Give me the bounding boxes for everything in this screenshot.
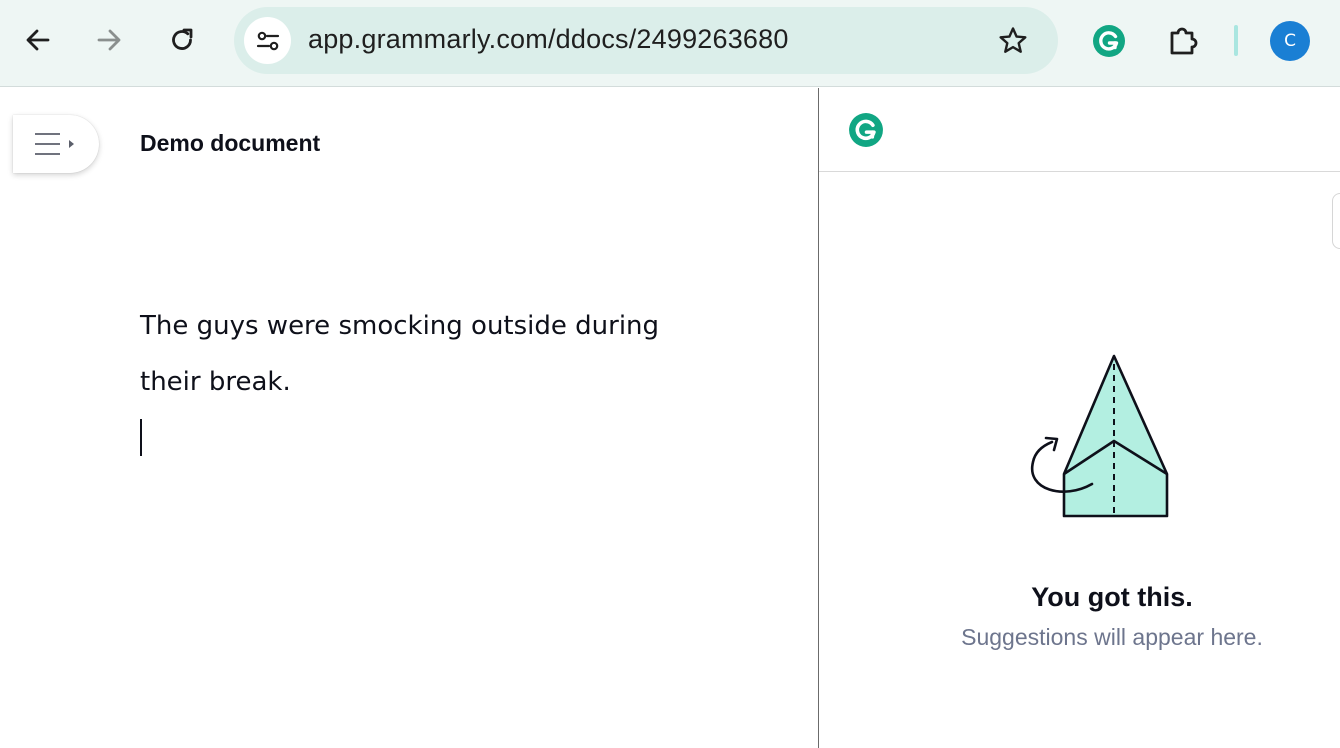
reload-button[interactable] bbox=[162, 20, 202, 60]
empty-state-title: You got this. bbox=[1031, 582, 1193, 612]
document-body[interactable]: The guys were smocking outside during th… bbox=[140, 298, 740, 410]
sidebar-edge-tab[interactable] bbox=[1332, 193, 1340, 249]
grammarly-g-icon[interactable] bbox=[848, 112, 884, 148]
assistant-header bbox=[819, 88, 1340, 172]
star-outline-icon bbox=[999, 27, 1027, 53]
address-bar[interactable]: app.grammarly.com/ddocs/2499263680 bbox=[234, 7, 1058, 74]
document-line: their break. bbox=[140, 367, 291, 397]
text-caret bbox=[140, 419, 142, 456]
assistant-panel: You got this. Suggestions will appear he… bbox=[819, 88, 1340, 748]
document-editor: Demo document The guys were smocking out… bbox=[0, 88, 818, 748]
grammarly-extension-button[interactable] bbox=[1090, 22, 1128, 60]
document-title[interactable]: Demo document bbox=[140, 130, 320, 157]
arrow-right-icon bbox=[97, 29, 121, 51]
hamburger-menu-icon bbox=[35, 133, 74, 155]
forward-button[interactable] bbox=[89, 20, 129, 60]
tune-icon bbox=[256, 31, 279, 50]
paper-plane-illustration bbox=[1030, 354, 1169, 518]
profile-avatar[interactable]: C bbox=[1270, 21, 1310, 61]
document-line: The guys were smocking outside during bbox=[140, 311, 660, 341]
bookmark-button[interactable] bbox=[996, 24, 1030, 58]
extensions-button[interactable] bbox=[1163, 20, 1203, 60]
empty-state-subtitle: Suggestions will appear here. bbox=[961, 624, 1263, 650]
grammarly-g-icon bbox=[1093, 25, 1125, 57]
document-menu-button[interactable] bbox=[13, 115, 99, 173]
back-button[interactable] bbox=[18, 20, 58, 60]
site-info-button[interactable] bbox=[244, 17, 291, 64]
arrow-left-icon bbox=[26, 29, 50, 51]
browser-toolbar: app.grammarly.com/ddocs/2499263680 C bbox=[0, 0, 1340, 87]
reload-icon bbox=[172, 28, 193, 50]
puzzle-piece-icon bbox=[1170, 27, 1198, 55]
url-text[interactable]: app.grammarly.com/ddocs/2499263680 bbox=[308, 24, 789, 55]
toolbar-divider bbox=[1234, 25, 1238, 56]
